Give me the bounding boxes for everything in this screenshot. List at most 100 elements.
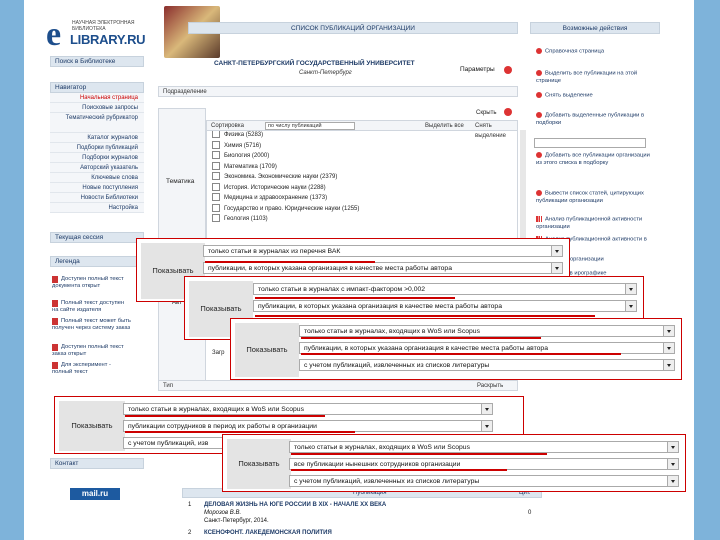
legend-head: Легенда bbox=[50, 256, 144, 267]
filter-select-text: с учетом публикаций, изв bbox=[128, 440, 209, 447]
filter-select-2[interactable]: публикации, в которых указана организаци… bbox=[203, 262, 563, 274]
action-item[interactable]: Добавить все публикации организации из э… bbox=[536, 152, 656, 167]
sort-select[interactable]: по числу публикаций bbox=[265, 122, 355, 130]
current-session-head[interactable]: Текущая сессия bbox=[50, 232, 144, 243]
action-text: Выделить все публикации на этой странице bbox=[536, 70, 638, 84]
row-number: 2 bbox=[188, 530, 192, 536]
highlight-underline bbox=[255, 315, 595, 317]
org-name[interactable]: САНКТ-ПЕТЕРБУРГСКИЙ ГОСУДАРСТВЕННЫЙ УНИВ… bbox=[214, 60, 415, 67]
action-item[interactable]: Выделить все публикации на этой странице bbox=[536, 70, 656, 85]
action-text: Добавить выделенные публикации в подборк… bbox=[536, 112, 645, 126]
action-item[interactable]: Анализ публикационной активности организ… bbox=[536, 216, 656, 231]
document-icon bbox=[52, 344, 58, 351]
legend-item: Для эксперимент - полный текст bbox=[52, 362, 132, 376]
sidebar-item-9[interactable]: Новости Библиотеки bbox=[50, 193, 144, 203]
sidebar-item-2[interactable]: Тематический рубрикатор bbox=[50, 113, 144, 133]
hide-toggle-icon[interactable] bbox=[504, 108, 512, 116]
filter-popup: Показывать только статьи в журналах, вход… bbox=[222, 434, 686, 492]
legend-text: Доступен полный текст документа открыт bbox=[52, 276, 124, 289]
highlight-underline bbox=[125, 415, 325, 417]
publication-author: Морозов В.В. bbox=[204, 510, 242, 516]
navigator-block: Навигатор Начальная страница Поисковые за… bbox=[50, 82, 144, 213]
chevron-down-icon[interactable] bbox=[667, 459, 678, 469]
chevron-down-icon[interactable] bbox=[551, 263, 562, 273]
actions-head: Возможные действия bbox=[530, 22, 660, 34]
row-number: 1 bbox=[188, 502, 192, 508]
publication-title[interactable]: КСЕНОФОНТ. ЛАКЕДЕМОНСКАЯ ПОЛИТИЯ bbox=[204, 530, 332, 537]
highlight-underline bbox=[291, 453, 547, 455]
hide-label[interactable]: Скрыть bbox=[476, 110, 496, 116]
legend-item: Доступен полный текст документа открыт bbox=[52, 276, 132, 290]
sidebar-item-0[interactable]: Начальная страница bbox=[50, 93, 144, 103]
chevron-down-icon[interactable] bbox=[667, 476, 678, 486]
chevron-down-icon[interactable] bbox=[663, 343, 674, 353]
subject-scrollbar[interactable] bbox=[520, 130, 526, 245]
sidebar-item-8[interactable]: Новые поступления bbox=[50, 183, 144, 193]
filter-select-3[interactable]: с учетом публикаций, извлеченных из спис… bbox=[289, 475, 679, 487]
year-stats-select[interactable] bbox=[534, 138, 646, 148]
sidebar-item-5[interactable]: Подборки журналов bbox=[50, 153, 144, 163]
chevron-down-icon[interactable] bbox=[625, 301, 636, 311]
filter-select-1[interactable]: только статьи в журналах, входящих в WoS… bbox=[123, 403, 493, 415]
sidebar-item-6[interactable]: Авторский указатель bbox=[50, 163, 144, 173]
elibrary-logo-letter[interactable]: e bbox=[46, 18, 61, 52]
sort-label: Сортировка bbox=[211, 123, 244, 129]
params-toggle-icon[interactable] bbox=[504, 66, 512, 74]
chevron-down-icon[interactable] bbox=[625, 284, 636, 294]
legend-text: Полный текст может быть получен через си… bbox=[52, 318, 131, 331]
publication-title[interactable]: ДЕЛОВАЯ ЖИЗНЬ НА ЮГЕ РОССИИ В XIX - НАЧА… bbox=[204, 502, 386, 509]
sidebar-item-1[interactable]: Поисковые запросы bbox=[50, 103, 144, 113]
filter-select-1[interactable]: только статьи в журналах, входящих в WoS… bbox=[289, 441, 679, 453]
logo-subtitle: НАУЧНАЯ ЭЛЕКТРОННАЯ БИБЛИОТЕКА bbox=[72, 20, 134, 32]
action-item[interactable]: Справочная страница bbox=[536, 48, 656, 56]
type-row[interactable]: Тип Раскрыть bbox=[158, 380, 518, 391]
action-text: Снять выделение bbox=[545, 92, 593, 99]
filter-select-text: все публикации нынешних сотрудников орга… bbox=[294, 461, 461, 468]
filter-select-text: только статьи в журналах, входящих в WoS… bbox=[294, 444, 470, 451]
action-item[interactable]: Снять выделение bbox=[536, 92, 656, 100]
action-item[interactable]: Вывести список статей, цитирующих публик… bbox=[536, 190, 656, 205]
chart-icon bbox=[536, 216, 542, 222]
chevron-down-icon[interactable] bbox=[663, 326, 674, 336]
chevron-down-icon[interactable] bbox=[667, 442, 678, 452]
legend-item: Полный текст доступен на сайте издателя bbox=[52, 300, 132, 314]
highlight-underline bbox=[301, 337, 541, 339]
filter-popup: Показывать только статьи в журналах, вход… bbox=[230, 318, 682, 380]
filter-select-1[interactable]: только статьи в журналах из перечня ВАК bbox=[203, 245, 563, 257]
expand-link[interactable]: Раскрыть bbox=[477, 381, 503, 391]
action-icon bbox=[536, 190, 542, 196]
sidebar-item-3[interactable]: Каталог журналов bbox=[50, 133, 144, 143]
contact-block: Контакт bbox=[50, 458, 144, 469]
action-icon bbox=[536, 92, 542, 98]
filter-select-3[interactable]: с учетом публикаций, извлеченных из спис… bbox=[299, 359, 675, 371]
filter-select-2[interactable]: публикации, в которых указана организаци… bbox=[253, 300, 637, 312]
filter-select-text: публикации сотрудников в период их работ… bbox=[128, 423, 317, 430]
subject-box bbox=[206, 130, 518, 245]
mailru-counter[interactable]: mail.ru bbox=[70, 488, 120, 500]
chevron-down-icon[interactable] bbox=[663, 360, 674, 370]
highlight-underline bbox=[291, 469, 507, 471]
sidebar-item-10[interactable]: Настройка bbox=[50, 203, 144, 213]
sidebar-item-7[interactable]: Ключевые слова bbox=[50, 173, 144, 183]
legend-text: Доступен полный текст заказ открыт bbox=[52, 344, 124, 357]
filter-select-text: только статьи в журналах из перечня ВАК bbox=[208, 248, 341, 255]
chevron-down-icon[interactable] bbox=[481, 421, 492, 431]
sidebar-item-4[interactable]: Подборки публикаций bbox=[50, 143, 144, 153]
navigator-list: Начальная страница Поисковые запросы Темат… bbox=[50, 93, 144, 213]
year-label: Загр bbox=[212, 350, 225, 356]
action-text: Справочная страница bbox=[545, 48, 605, 55]
subject-label: Тематика bbox=[166, 178, 195, 185]
action-item[interactable]: Добавить выделенные публикации в подборк… bbox=[536, 112, 656, 127]
legend-text: Для эксперимент - полный текст bbox=[52, 362, 111, 375]
filter-select-text: публикации, в которых указана организаци… bbox=[304, 345, 548, 352]
filter-select-text: с учетом публикаций, извлеченных из спис… bbox=[294, 478, 480, 485]
chevron-down-icon[interactable] bbox=[481, 404, 492, 414]
filter-select-1[interactable]: только статьи в журналах с импакт-фактор… bbox=[253, 283, 637, 295]
logo-brand[interactable]: LIBRARY.RU bbox=[70, 32, 146, 47]
search-library-link[interactable]: Поиск в Библиотеке bbox=[50, 56, 144, 67]
chevron-down-icon[interactable] bbox=[551, 246, 562, 256]
session-block: Текущая сессия bbox=[50, 232, 144, 243]
filter-select-1[interactable]: только статьи в журналах, входящих в WoS… bbox=[299, 325, 675, 337]
show-label: Показывать bbox=[227, 439, 291, 489]
subdivision-row[interactable]: Подразделение bbox=[158, 86, 518, 97]
